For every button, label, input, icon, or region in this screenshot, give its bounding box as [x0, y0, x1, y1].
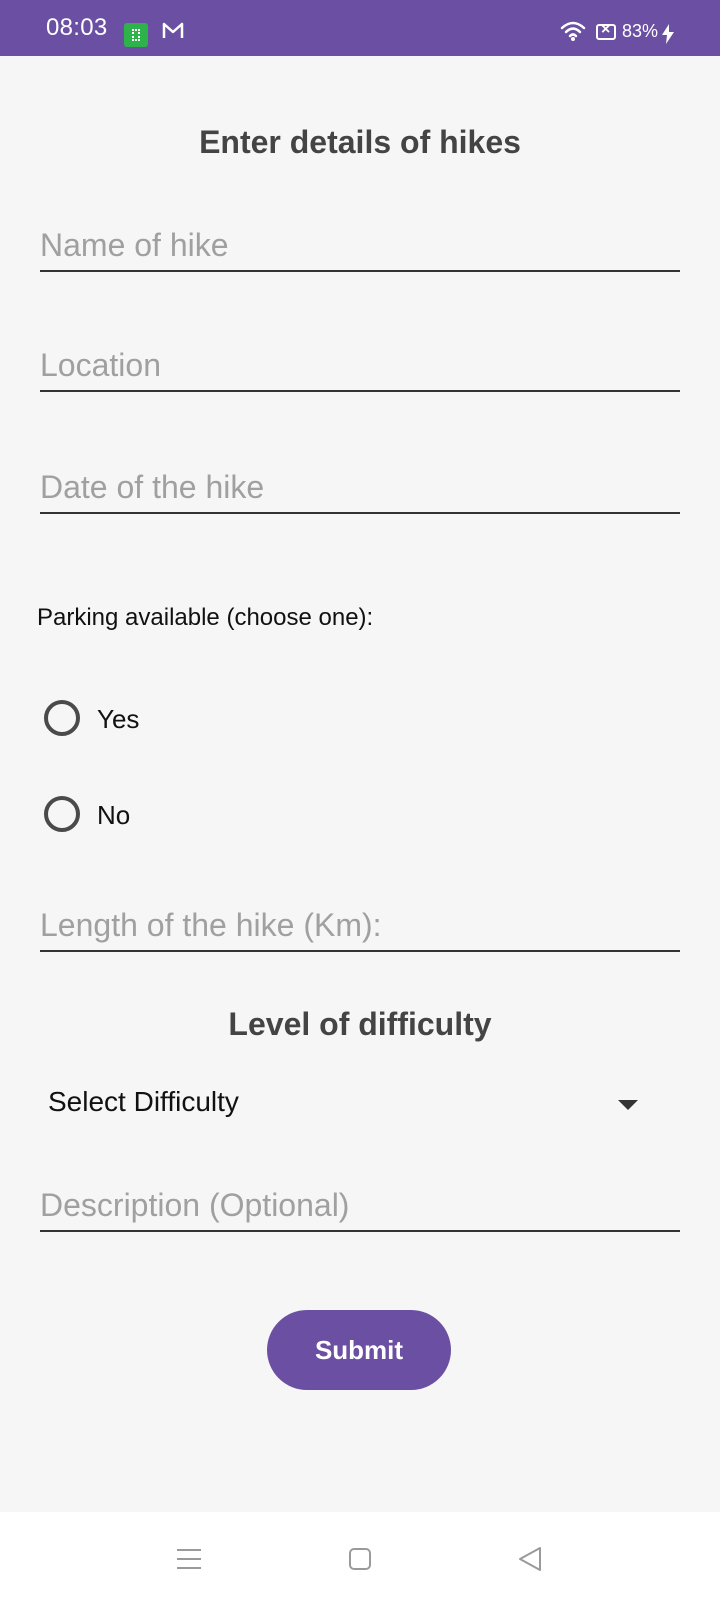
difficulty-dropdown[interactable]: Select Difficulty	[46, 1078, 658, 1130]
menu-icon[interactable]	[176, 1548, 202, 1575]
navigation-bar	[0, 1512, 720, 1600]
difficulty-selected-value: Select Difficulty	[48, 1086, 239, 1117]
home-icon[interactable]	[349, 1548, 371, 1570]
back-icon[interactable]	[518, 1546, 542, 1577]
hike-date-input[interactable]	[40, 462, 680, 514]
radio-unchecked-icon[interactable]	[44, 700, 80, 736]
battery-level: 83%	[622, 21, 659, 41]
wifi-icon	[560, 20, 586, 47]
charging-icon	[662, 24, 674, 49]
radio-label: No	[97, 800, 131, 830]
status-time: 08:03	[46, 14, 108, 41]
difficulty-heading: Level of difficulty	[228, 1006, 492, 1042]
hike-length-input[interactable]	[40, 900, 680, 952]
location-input[interactable]	[40, 340, 680, 392]
battery-saver-icon	[596, 21, 616, 40]
radio-label: Yes	[97, 704, 140, 734]
description-input[interactable]	[40, 1180, 680, 1232]
dropdown-arrow-icon[interactable]	[618, 1100, 638, 1110]
app-notification-icon	[124, 23, 148, 47]
submit-button[interactable]: Submit	[267, 1310, 451, 1390]
mail-icon	[162, 20, 184, 45]
hike-name-input[interactable]	[40, 220, 680, 272]
status-bar: 08:03 83%	[0, 0, 720, 56]
page-title: Enter details of hikes	[199, 124, 521, 160]
radio-unchecked-icon[interactable]	[44, 796, 80, 832]
parking-label: Parking available (choose one):	[37, 604, 374, 631]
